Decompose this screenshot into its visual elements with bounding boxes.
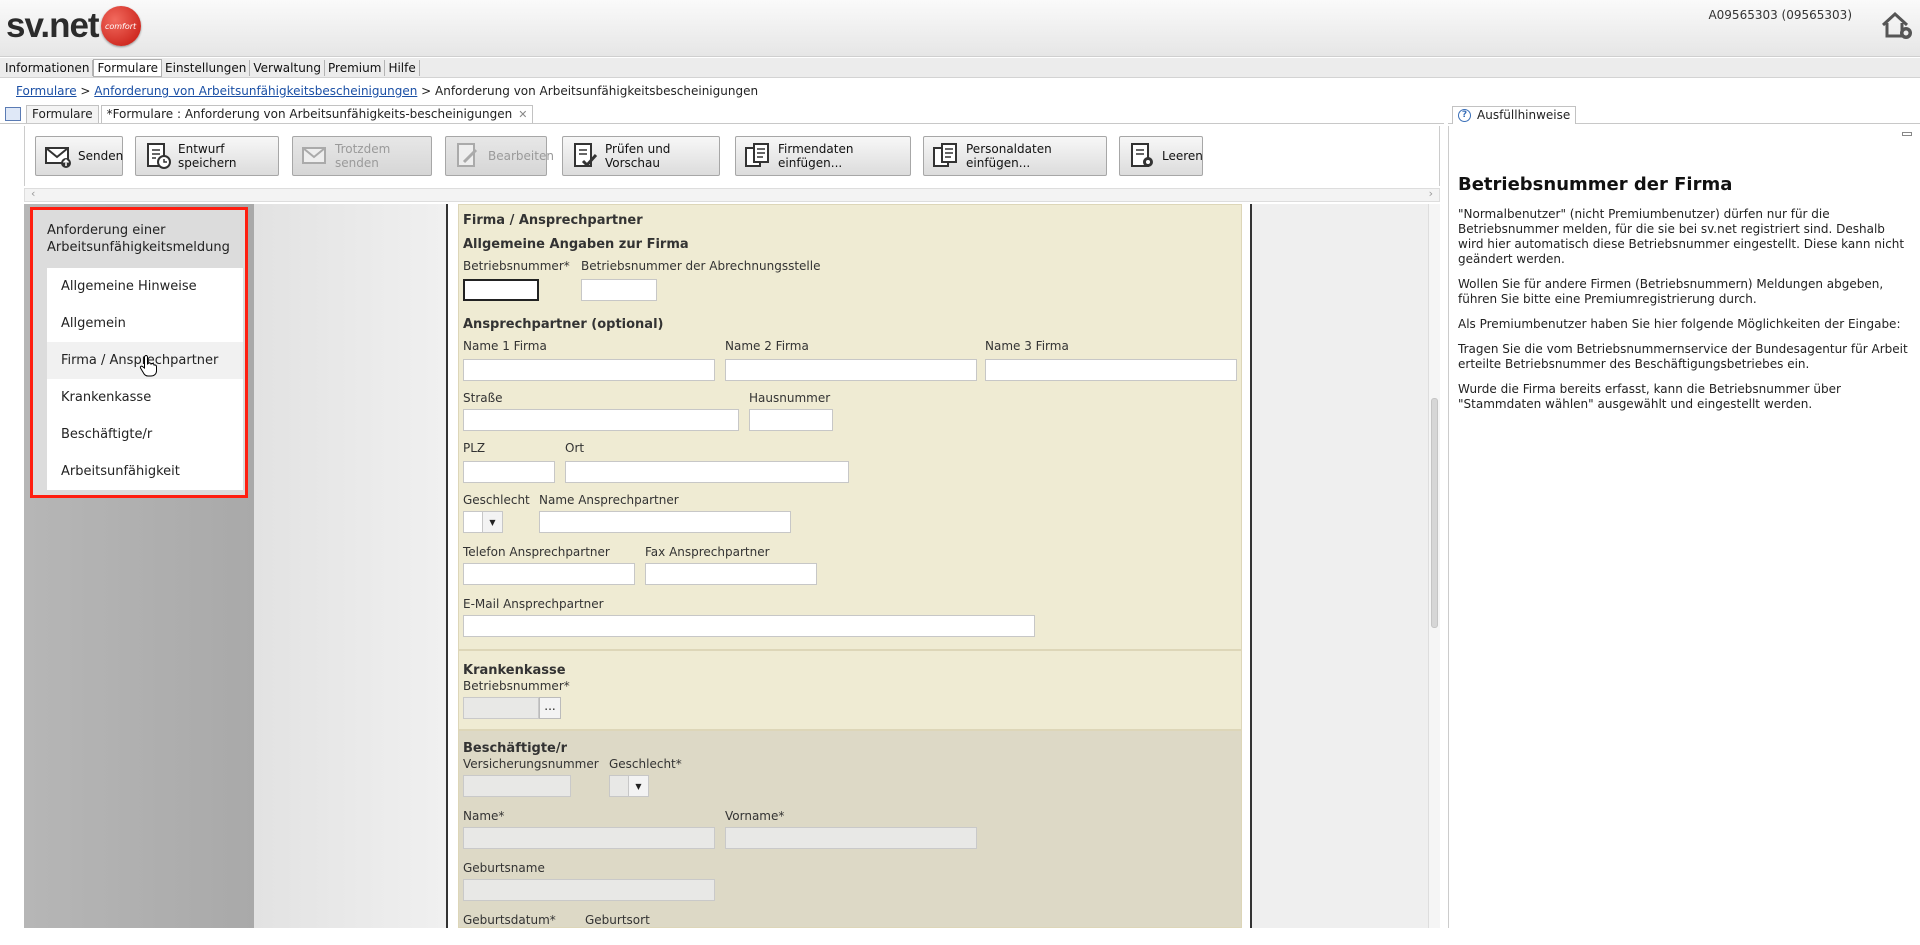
toolbar: Senden Entwurf speichern Trotzdem senden… [24,126,1440,186]
name2-input[interactable] [725,359,977,381]
breadcrumb-current: Anforderung von Arbeitsunfähigkeitsbesch… [435,84,759,98]
documents-person-icon [933,143,957,167]
user-id-label: A09565303 (09565303) [1708,8,1852,22]
help-paragraph: "Normalbenutzer" (nicht Premiumbenutzer)… [1458,207,1905,266]
home-settings-icon[interactable] [1880,8,1914,42]
vertical-scrollbar[interactable] [1428,204,1440,928]
menu-formulare[interactable]: Formulare [93,58,163,77]
krankenkasse-lookup-button[interactable]: ... [539,697,561,719]
section-firma: Firma / Ansprechpartner Allgemeine Angab… [458,204,1242,650]
envelope-send-icon [45,147,71,168]
breadcrumb-formulare[interactable]: Formulare [16,84,77,98]
envelope-disabled-icon [302,147,326,164]
tab-anforderung[interactable]: *Formulare : Anforderung von Arbeitsunfä… [100,105,534,123]
form-navigation: Anforderung einer Arbeitsunfähigkeitsmel… [30,207,248,498]
tab-formulare[interactable]: Formulare [26,105,99,123]
email-input[interactable] [463,615,1035,637]
document-edit-icon [457,143,478,167]
check-preview-button[interactable]: Prüfen und Vorschau [562,136,720,176]
name-ansprechpartner-input[interactable] [539,511,791,533]
beschaeftigte-geschlecht-select[interactable]: ▼ [609,775,649,797]
edit-button[interactable]: Bearbeiten [445,136,554,176]
nav-item-arbeitsunfaehigkeit[interactable]: Arbeitsunfähigkeit [47,453,243,490]
close-tab-icon[interactable]: ✕ [518,108,527,121]
menu-informationen[interactable]: Informationen [2,59,94,76]
scroll-left-icon[interactable]: ‹ [31,187,35,200]
breadcrumb: Formulare > Anforderung von Arbeitsunfäh… [16,84,759,98]
name3-input[interactable] [985,359,1237,381]
right-spacer [1252,204,1428,928]
versicherungsnummer-input[interactable] [463,775,571,797]
save-draft-button[interactable]: Entwurf speichern [135,136,279,176]
vorname-input[interactable] [725,827,977,849]
send-anyway-button[interactable]: Trotzdem senden [292,136,432,176]
left-spacer [254,204,446,928]
form-area: Firma / Ansprechpartner Allgemeine Angab… [446,204,1252,928]
plz-input[interactable] [463,461,555,483]
section-beschaeftigte: Beschäftigte/r Versicherungsnummer Gesch… [458,730,1242,928]
help-paragraph: Wollen Sie für andere Firmen (Betriebsnu… [1458,277,1884,306]
horizontal-scrollbar[interactable]: ‹ › [24,187,1440,202]
strasse-input[interactable] [463,409,739,431]
scroll-thumb[interactable] [1431,398,1438,628]
menu-einstellungen[interactable]: Einstellungen [162,59,251,76]
app-header: sv.net comfort A09565303 (09565303) [0,0,1920,57]
help-title: Betriebsnummer der Firma [1458,174,1733,195]
subtitle-contact: Ansprechpartner (optional) [463,317,664,332]
nav-item-beschaeftigte[interactable]: Beschäftigte/r [47,416,243,453]
betriebsnummer-abrechnung-input[interactable] [581,279,657,301]
hausnummer-input[interactable] [749,409,833,431]
document-gear-icon [1131,143,1153,167]
minimize-icon[interactable] [1902,132,1912,136]
name-input[interactable] [463,827,715,849]
menu-hilfe[interactable]: Hilfe [385,59,420,76]
menu-verwaltung[interactable]: Verwaltung [250,59,326,76]
tab-ausfuellhinweise[interactable]: ? Ausfüllhinweise [1452,106,1577,124]
document-clock-icon [147,143,171,169]
svnet-logo: sv.net comfort [6,4,141,48]
nav-item-krankenkasse[interactable]: Krankenkasse [47,379,243,416]
menu-premium[interactable]: Premium [325,59,386,76]
help-paragraph: Als Premiumbenutzer haben Sie hier folge… [1458,317,1901,331]
status-strip [0,928,1920,945]
name1-input[interactable] [463,359,715,381]
help-panel: Betriebsnummer der Firma "Normalbenutzer… [1448,126,1920,928]
insert-personnel-data-button[interactable]: Personaldaten einfügen... [923,136,1107,176]
help-tab-bar: ? Ausfüllhinweise [1448,106,1920,124]
hand-cursor-icon [139,355,157,377]
send-button[interactable]: Senden [35,136,123,176]
geschlecht-select[interactable]: ▼ [463,511,503,533]
comfort-badge: comfort [100,6,141,46]
documents-icon [745,143,769,167]
chevron-down-icon: ▼ [628,776,648,796]
nav-item-allgemein[interactable]: Allgemein [47,305,243,342]
section-krankenkasse: Krankenkasse Betriebsnummer* ... [458,650,1242,730]
krankenkasse-betriebsnummer-input[interactable] [463,697,539,719]
chevron-down-icon: ▼ [482,512,502,532]
subtitle-general: Allgemeine Angaben zur Firma [463,237,689,252]
ort-input[interactable] [565,461,849,483]
help-paragraph: Tragen Sie die vom Betriebsnummernservic… [1458,342,1908,371]
section-title-beschaeftigte: Beschäftigte/r [463,741,568,756]
nav-header: Anforderung einer Arbeitsunfähigkeitsmel… [47,223,230,255]
betriebsnummer-input[interactable] [463,279,539,301]
section-title-krankenkasse: Krankenkasse [463,663,566,678]
menu-bar: Informationen Formulare Einstellungen Ve… [0,58,1920,78]
clear-button[interactable]: Leeren [1119,136,1203,176]
nav-item-allgemeine-hinweise[interactable]: Allgemeine Hinweise [47,268,243,305]
insert-company-data-button[interactable]: Firmendaten einfügen... [735,136,911,176]
nav-list: Allgemeine Hinweise Allgemein Firma / An… [47,268,243,490]
help-question-icon: ? [1458,109,1471,122]
document-check-icon [574,143,598,168]
scroll-right-icon[interactable]: › [1429,187,1433,200]
section-title-firma: Firma / Ansprechpartner [463,213,643,228]
fax-input[interactable] [645,563,817,585]
editor-tabs: Formulare *Formulare : Anforderung von A… [0,105,1444,124]
breadcrumb-anforderung-link[interactable]: Anforderung von Arbeitsunfähigkeitsbesch… [94,84,417,98]
help-paragraph: Wurde die Firma bereits erfasst, kann di… [1458,382,1841,411]
view-list-icon[interactable] [5,107,21,121]
geburtsname-input[interactable] [463,879,715,901]
telefon-input[interactable] [463,563,635,585]
